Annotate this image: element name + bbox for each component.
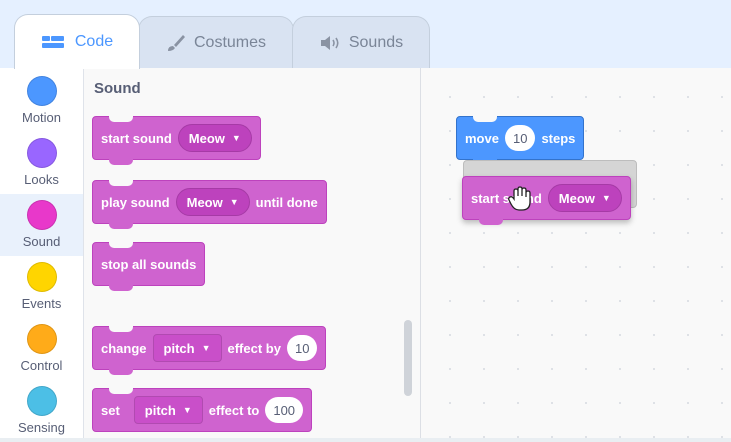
- sound-dropdown[interactable]: Meow ▼: [177, 124, 252, 152]
- motion-color-dot: [26, 76, 57, 106]
- block-label: start sound: [101, 130, 172, 146]
- block-notch: [109, 242, 133, 248]
- tab-costumes-label: Costumes: [193, 33, 267, 51]
- block-label-mid: effect to: [208, 402, 260, 418]
- sound-dropdown[interactable]: Meow ▼: [547, 184, 622, 212]
- dragged-start-sound-block[interactable]: start sound Meow ▼: [462, 176, 631, 225]
- grab-hand-cursor-icon: [508, 186, 532, 217]
- events-color-dot: [26, 262, 57, 292]
- block-tab: [479, 219, 503, 225]
- sound-color-dot: [26, 200, 57, 230]
- change-effect-block[interactable]: change pitch ▼ effect by 10: [92, 326, 327, 375]
- tab-sounds-label: Sounds: [348, 33, 404, 51]
- palette-section-title: Sound: [94, 80, 141, 97]
- block-label: set: [101, 402, 120, 418]
- block-palette: Sound start sound Meow ▼ play sound Meow ▼…: [84, 68, 421, 438]
- sound-dropdown[interactable]: Meow ▼: [175, 188, 250, 216]
- effect-amount-input[interactable]: 10: [286, 335, 318, 361]
- control-color-dot: [26, 324, 57, 354]
- play-sound-until-done-block[interactable]: play sound Meow ▼ until done: [92, 180, 327, 229]
- sensing-color-dot: [26, 386, 57, 416]
- category-menu: Motion Looks Sound Events Control Sensin…: [0, 68, 84, 438]
- effect-dropdown[interactable]: pitch ▼: [152, 334, 222, 362]
- move-steps-block[interactable]: move 10 steps: [456, 116, 585, 165]
- dropdown-arrow-icon: ▼: [231, 133, 241, 143]
- looks-color-dot: [26, 138, 57, 168]
- effect-value-input[interactable]: 100: [265, 397, 304, 423]
- block-tab: [109, 159, 133, 165]
- block-notch: [109, 116, 133, 122]
- category-control[interactable]: Control: [0, 318, 83, 380]
- speaker-icon: [319, 35, 341, 51]
- category-sensing[interactable]: Sensing: [0, 380, 83, 442]
- block-label: stop all sounds: [101, 256, 197, 272]
- block-label: move: [465, 130, 499, 146]
- dropdown-arrow-icon: ▼: [229, 197, 239, 207]
- editor-tab-bar: Code Costumes Sounds: [0, 0, 731, 69]
- block-notch: [109, 326, 133, 332]
- brush-icon: [166, 34, 186, 52]
- tab-costumes[interactable]: Costumes: [138, 16, 294, 68]
- block-tab: [109, 223, 133, 229]
- code-icon: [41, 34, 67, 50]
- category-motion[interactable]: Motion: [0, 70, 83, 132]
- tab-code-label: Code: [74, 33, 114, 50]
- sound-dropdown-value: Meow: [188, 130, 225, 146]
- effect-dropdown[interactable]: pitch ▼: [133, 396, 203, 424]
- dropdown-arrow-icon: ▼: [201, 343, 211, 353]
- sound-dropdown-value: Meow: [186, 194, 223, 210]
- category-sound[interactable]: Sound: [0, 194, 83, 256]
- category-looks[interactable]: Looks: [0, 132, 83, 194]
- block-notch: [109, 388, 133, 394]
- block-label: play sound: [101, 194, 170, 210]
- steps-input[interactable]: 10: [504, 125, 536, 151]
- tab-sounds[interactable]: Sounds: [292, 16, 430, 68]
- category-label: Sound: [22, 234, 61, 249]
- block-label-suffix: steps: [541, 130, 576, 146]
- category-label: Control: [20, 358, 63, 373]
- category-label: Events: [21, 296, 62, 311]
- block-notch: [473, 116, 497, 122]
- category-label: Sensing: [18, 420, 65, 435]
- block-label: change: [101, 340, 147, 356]
- block-label-suffix: until done: [255, 194, 318, 210]
- effect-dropdown-value: pitch: [144, 402, 176, 418]
- category-label: Looks: [24, 172, 59, 187]
- effect-dropdown-value: pitch: [163, 340, 195, 356]
- block-label-mid: effect by: [227, 340, 281, 356]
- sound-dropdown-value: Meow: [558, 190, 595, 206]
- palette-scrollbar[interactable]: [404, 320, 412, 396]
- start-sound-block[interactable]: start sound Meow ▼: [92, 116, 261, 165]
- category-events[interactable]: Events: [0, 256, 83, 318]
- dropdown-arrow-icon: ▼: [182, 405, 192, 415]
- block-tab: [109, 285, 133, 291]
- category-label: Motion: [21, 110, 62, 125]
- block-notch: [109, 180, 133, 186]
- set-effect-block[interactable]: set pitch ▼ effect to 100: [92, 388, 313, 432]
- tab-code[interactable]: Code: [14, 14, 140, 69]
- block-tab: [109, 369, 133, 375]
- dropdown-arrow-icon: ▼: [601, 193, 611, 203]
- stop-all-sounds-block[interactable]: stop all sounds: [92, 242, 206, 291]
